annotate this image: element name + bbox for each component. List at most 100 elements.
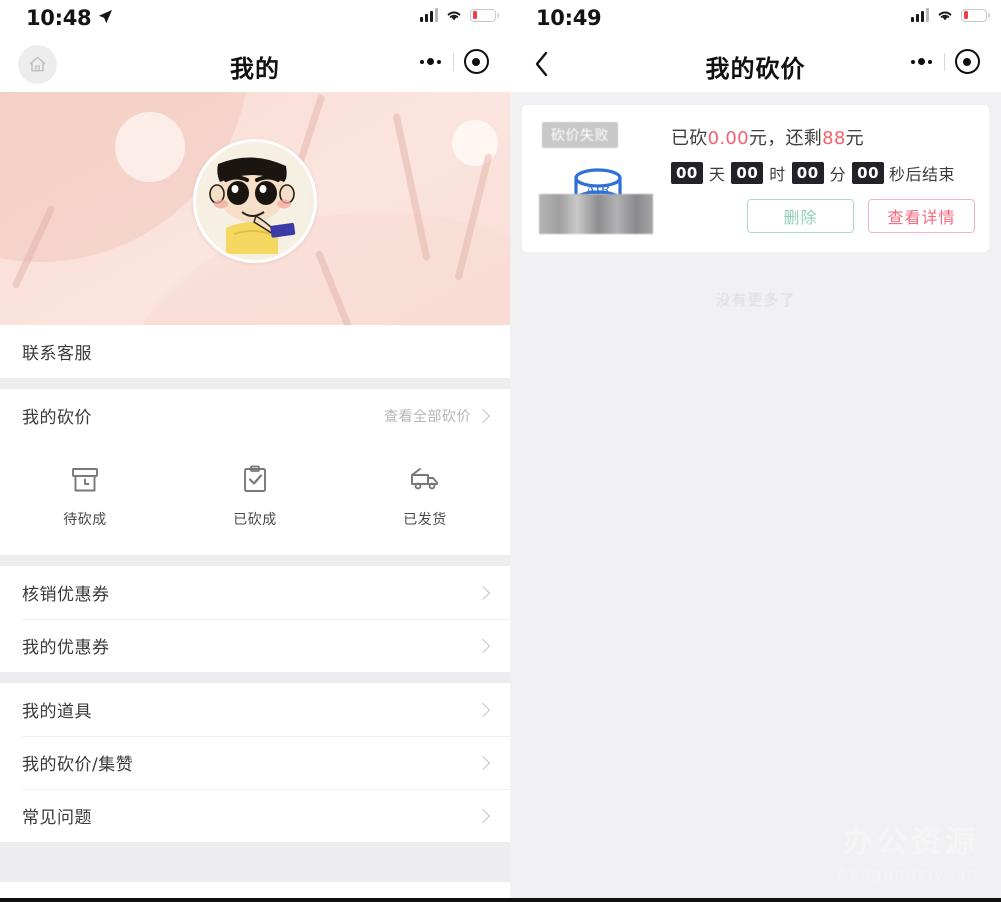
row-my-coupon[interactable]: 我的优惠券 (0, 619, 510, 672)
price-unit: 元， (748, 128, 786, 149)
product-thumbnail[interactable]: 砍价失败 AIR (536, 122, 657, 234)
row-action (475, 808, 491, 823)
chevron-right-icon (475, 702, 491, 717)
countdown-hours-unit: 时 (769, 165, 786, 184)
banner-decor-2 (120, 212, 510, 325)
left-nav-bar: 我的 (0, 36, 510, 92)
contact-group: 联系客服 (0, 325, 510, 378)
signal-bars-icon (911, 8, 929, 22)
bargain-status-row: 待砍成 已砍成 已发货 (0, 442, 510, 555)
row-label: 联系客服 (22, 344, 92, 364)
clipboard-check-icon (244, 465, 266, 492)
dual-screenshot: 10:48 我的 联系客服 我的砍价 查看全部砍价 待砍成 已砍成 已发货 核销… (0, 0, 1001, 902)
left-status-bar: 10:48 (0, 0, 510, 36)
no-more-label: 没有更多了 (715, 291, 796, 309)
countdown-days-unit: 天 (708, 165, 726, 184)
wifi-icon (938, 11, 952, 21)
row-label: 我的优惠券 (22, 638, 110, 658)
target-circle-icon[interactable] (945, 49, 989, 74)
row-my-bargain[interactable]: 我的砍价 查看全部砍价 (0, 389, 510, 442)
delivery-truck-icon (411, 468, 438, 490)
bargain-card-body: 已砍0.00元，还剩88元 00 天 00 时 00 分 00 秒后结束 删除 … (671, 122, 975, 233)
profile-banner (0, 92, 510, 325)
group-divider-2 (0, 555, 510, 566)
more-dots-icon[interactable] (898, 58, 944, 65)
chevron-right-icon (475, 638, 491, 653)
row-label: 我的道具 (22, 702, 92, 722)
misc-group: 我的道具 我的砍价/集赞 常见问题 (0, 683, 510, 842)
countdown-days: 00 (671, 161, 703, 185)
row-action[interactable]: 查看全部砍价 (384, 406, 491, 426)
row-label: 常见问题 (22, 808, 92, 828)
chevron-right-icon (475, 755, 491, 770)
watermark-line1: 办公资源 (843, 825, 979, 861)
countdown-hours: 00 (731, 161, 764, 185)
bargain-group: 我的砍价 查看全部砍价 待砍成 已砍成 已发货 (0, 389, 510, 555)
price-prefix: 已砍 (671, 128, 708, 149)
row-redeem-coupon[interactable]: 核销优惠券 (0, 566, 510, 619)
row-label: 我的砍价 (22, 408, 92, 428)
row-my-props[interactable]: 我的道具 (0, 683, 510, 736)
banner-decor-3 (115, 112, 185, 182)
left-bottom-fill (0, 842, 510, 882)
row-action (475, 702, 491, 717)
miniprogram-capsule (898, 49, 989, 74)
watermark-line2: bangongziyuan (837, 864, 979, 883)
status-cell-shipped[interactable]: 已发货 (340, 464, 510, 529)
remain-unit: 元 (845, 128, 864, 149)
group-divider-3 (0, 672, 510, 683)
product-image: AIR (539, 150, 657, 234)
row-my-bargain-likes[interactable]: 我的砍价/集赞 (0, 736, 510, 789)
chevron-right-icon (475, 808, 491, 823)
chevron-right-icon (475, 408, 491, 423)
avatar[interactable] (193, 139, 317, 263)
countdown-minutes: 00 (791, 161, 824, 185)
status-badge: 砍价失败 (542, 122, 618, 148)
status-cell-label: 待砍成 (63, 512, 107, 528)
price-summary: 已砍0.00元，还剩88元 (671, 124, 975, 150)
row-action (475, 638, 491, 653)
battery-low-icon (470, 8, 499, 22)
row-action (475, 585, 491, 600)
status-cell-done[interactable]: 已砍成 (170, 464, 340, 529)
miniprogram-capsule (407, 49, 498, 74)
remain-prefix: 还剩 (785, 128, 823, 149)
coupon-group: 核销优惠券 我的优惠券 (0, 566, 510, 672)
row-label: 我的砍价/集赞 (22, 755, 134, 775)
countdown-seconds: 00 (852, 161, 885, 185)
status-cell-pending[interactable]: 待砍成 (0, 464, 170, 529)
battery-low-icon (961, 8, 990, 22)
right-phone-panel: 10:49 我的砍价 砍价失败 AIR 已砍0.00元，还剩88元 00 天 0… (510, 0, 1001, 902)
right-nav-bar: 我的砍价 (510, 36, 1001, 92)
countdown-tail-label: 秒后结束 (889, 165, 956, 184)
countdown-timer: 00 天 00 时 00 分 00 秒后结束 (671, 161, 975, 185)
view-all-bargain-label: 查看全部砍价 (384, 408, 471, 425)
crayon-shinchan-avatar-icon (196, 142, 308, 254)
location-arrow-icon (98, 9, 113, 24)
remain-value: 88 (822, 128, 846, 149)
group-divider-1 (0, 378, 510, 389)
bottom-edge-strip (0, 898, 510, 902)
view-detail-button[interactable]: 查看详情 (868, 199, 975, 233)
card-action-buttons: 删除 查看详情 (671, 199, 975, 233)
countdown-minutes-unit: 分 (829, 165, 847, 184)
more-dots-icon[interactable] (407, 58, 453, 65)
right-status-bar: 10:49 (510, 0, 1001, 36)
target-circle-icon[interactable] (454, 49, 498, 74)
status-bar-indicators (420, 8, 499, 22)
price-cut-value: 0.00 (707, 128, 749, 149)
product-redacted-mosaic (539, 194, 653, 234)
bargain-card[interactable]: 砍价失败 AIR 已砍0.00元，还剩88元 00 天 00 时 00 分 00… (522, 105, 989, 252)
signal-bars-icon (420, 8, 438, 22)
left-phone-panel: 10:48 我的 联系客服 我的砍价 查看全部砍价 待砍成 已砍成 已发货 核销… (0, 0, 510, 902)
row-contact-service[interactable]: 联系客服 (0, 325, 510, 378)
row-faq[interactable]: 常见问题 (0, 789, 510, 842)
row-action (475, 755, 491, 770)
pending-box-clock-icon (72, 468, 98, 492)
delete-button[interactable]: 删除 (747, 199, 854, 233)
chevron-right-icon (475, 585, 491, 600)
status-bar-indicators (911, 8, 990, 22)
status-bar-time: 10:48 (26, 6, 92, 30)
watermark: 办公资源 bangongziyuan (838, 823, 979, 884)
status-bar-time: 10:49 (536, 6, 602, 30)
